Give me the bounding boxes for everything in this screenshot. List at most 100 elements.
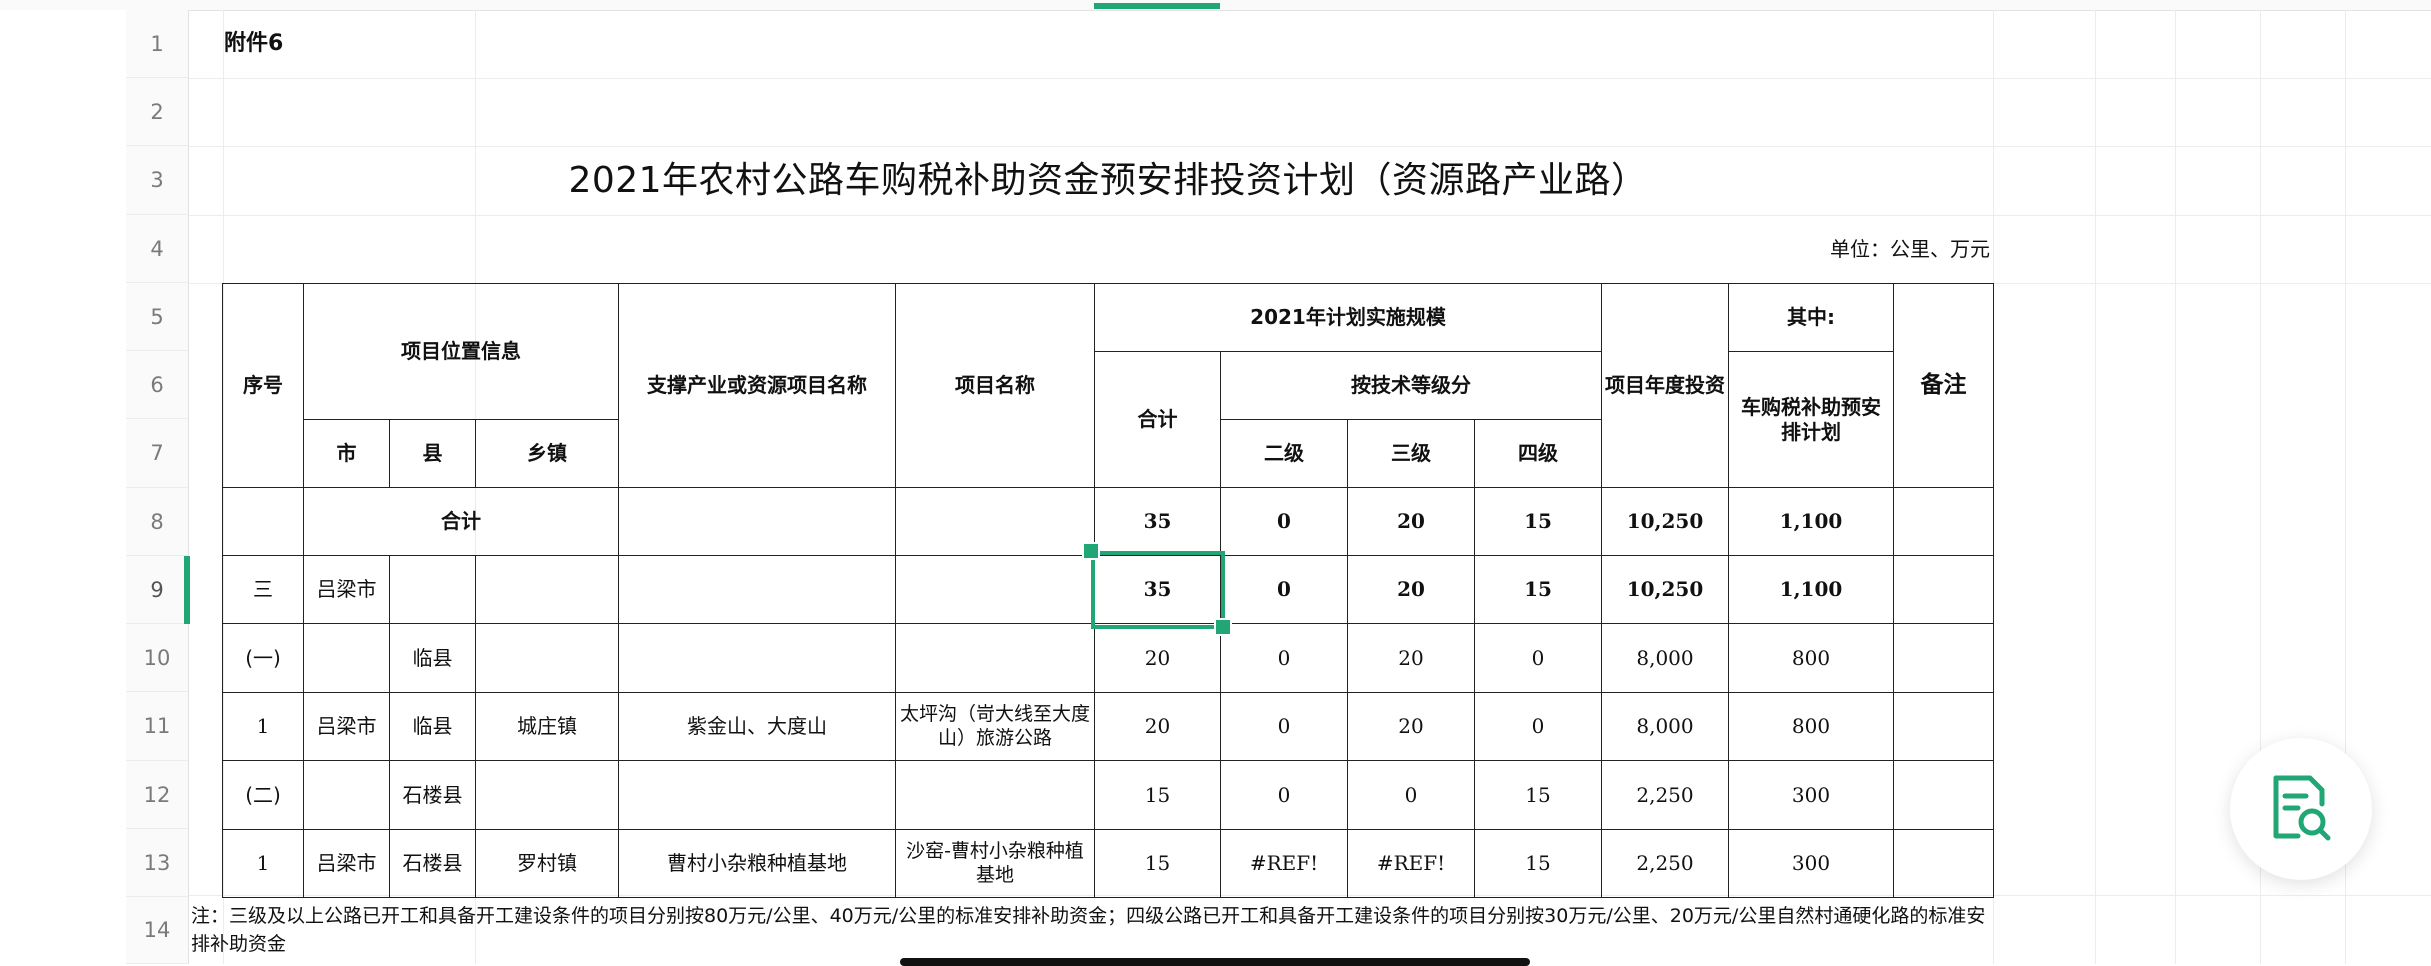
row-header[interactable]: 6	[126, 351, 189, 419]
row-header[interactable]: 1	[126, 10, 189, 78]
header-industry[interactable]: 支撑产业或资源项目名称	[618, 283, 896, 488]
row10-total[interactable]: 20	[1094, 623, 1221, 693]
footnote[interactable]: 注：三级及以上公路已开工和具备开工建设条件的项目分别按80万元/公里、40万元/…	[191, 902, 1991, 958]
row13-grade4[interactable]: 15	[1474, 829, 1602, 898]
row-header[interactable]: 13	[126, 829, 189, 897]
row13-city[interactable]: 吕梁市	[303, 829, 390, 898]
header-seq[interactable]: 序号	[222, 283, 304, 488]
row10-subsidy[interactable]: 800	[1728, 623, 1894, 693]
row9-county[interactable]	[389, 555, 476, 624]
row-header[interactable]: 3	[126, 146, 189, 215]
header-scale-2021[interactable]: 2021年计划实施规模	[1094, 283, 1602, 352]
total-label[interactable]: 合计	[303, 487, 619, 556]
row11-grade4[interactable]: 0	[1474, 692, 1602, 761]
header-town[interactable]: 乡镇	[475, 419, 619, 488]
row12-grade4[interactable]: 15	[1474, 760, 1602, 830]
row11-city[interactable]: 吕梁市	[303, 692, 390, 761]
row12-grade2[interactable]: 0	[1220, 760, 1348, 830]
row11-subsidy[interactable]: 800	[1728, 692, 1894, 761]
row9-grade2[interactable]: 0	[1220, 555, 1348, 624]
header-total[interactable]: 合计	[1094, 351, 1221, 488]
row12-total[interactable]: 15	[1094, 760, 1221, 830]
row-header[interactable]: 14	[126, 897, 189, 964]
row11-total[interactable]: 20	[1094, 692, 1221, 761]
selection-handle-bottom-right[interactable]	[1214, 618, 1232, 636]
row12-grade3[interactable]: 0	[1347, 760, 1475, 830]
total-invest[interactable]: 10,250	[1601, 487, 1729, 556]
row11-grade2[interactable]: 0	[1220, 692, 1348, 761]
row-header[interactable]: 4	[126, 215, 189, 283]
row10-city[interactable]	[303, 623, 390, 693]
row11-invest[interactable]: 8,000	[1601, 692, 1729, 761]
row10-grade3[interactable]: 20	[1347, 623, 1475, 693]
cell-selection-box[interactable]	[1091, 551, 1225, 629]
row11-town[interactable]: 城庄镇	[475, 692, 619, 761]
total-seq-cell[interactable]	[222, 487, 304, 556]
sheet-title[interactable]: 2021年农村公路车购税补助资金预安排投资计划（资源路产业路）	[222, 146, 1994, 215]
row11-seq[interactable]: 1	[222, 692, 304, 761]
row-header[interactable]: 7	[126, 419, 189, 488]
row12-industry[interactable]	[618, 760, 896, 830]
row9-grade4[interactable]: 15	[1474, 555, 1602, 624]
row12-town[interactable]	[475, 760, 619, 830]
row11-remarks[interactable]	[1893, 692, 1994, 761]
row9-remarks[interactable]	[1893, 555, 1994, 624]
row9-seq[interactable]: 三	[222, 555, 304, 624]
row12-subsidy[interactable]: 300	[1728, 760, 1894, 830]
row-header[interactable]: 8	[126, 488, 189, 556]
document-search-button[interactable]	[2230, 738, 2372, 880]
header-grade3[interactable]: 三级	[1347, 419, 1475, 488]
total-subsidy[interactable]: 1,100	[1728, 487, 1894, 556]
row10-remarks[interactable]	[1893, 623, 1994, 693]
row12-city[interactable]	[303, 760, 390, 830]
row13-subsidy[interactable]: 300	[1728, 829, 1894, 898]
row10-invest[interactable]: 8,000	[1601, 623, 1729, 693]
row10-town[interactable]	[475, 623, 619, 693]
row9-invest[interactable]: 10,250	[1601, 555, 1729, 624]
row9-project[interactable]	[895, 555, 1095, 624]
header-county[interactable]: 县	[389, 419, 476, 488]
row11-grade3[interactable]: 20	[1347, 692, 1475, 761]
row10-seq[interactable]: (一)	[222, 623, 304, 693]
row13-town[interactable]: 罗村镇	[475, 829, 619, 898]
total-industry-cell[interactable]	[618, 487, 896, 556]
row-header[interactable]: 11	[126, 692, 189, 761]
unit-label[interactable]: 单位：公里、万元	[222, 215, 1994, 283]
row13-total[interactable]: 15	[1094, 829, 1221, 898]
header-grade2[interactable]: 二级	[1220, 419, 1348, 488]
total-project-cell[interactable]	[895, 487, 1095, 556]
header-by-grade[interactable]: 按技术等级分	[1220, 351, 1602, 420]
header-city[interactable]: 市	[303, 419, 390, 488]
row11-county[interactable]: 临县	[389, 692, 476, 761]
row9-subsidy[interactable]: 1,100	[1728, 555, 1894, 624]
row13-remarks[interactable]	[1893, 829, 1994, 898]
row11-industry[interactable]: 紫金山、大度山	[618, 692, 896, 761]
total-grade3[interactable]: 20	[1347, 487, 1475, 556]
header-of-which[interactable]: 其中:	[1728, 283, 1894, 352]
total-total[interactable]: 35	[1094, 487, 1221, 556]
row12-project[interactable]	[895, 760, 1095, 830]
header-tax-subsidy[interactable]: 车购税补助预安排计划	[1728, 351, 1894, 488]
header-annual-invest[interactable]: 项目年度投资	[1601, 283, 1729, 488]
row-header[interactable]: 12	[126, 761, 189, 829]
row10-county[interactable]: 临县	[389, 623, 476, 693]
row12-seq[interactable]: (二)	[222, 760, 304, 830]
row12-invest[interactable]: 2,250	[1601, 760, 1729, 830]
row-header[interactable]: 10	[126, 624, 189, 692]
header-grade4[interactable]: 四级	[1474, 419, 1602, 488]
row9-town[interactable]	[475, 555, 619, 624]
row13-grade2[interactable]: #REF!	[1220, 829, 1348, 898]
row9-grade3[interactable]: 20	[1347, 555, 1475, 624]
row12-county[interactable]: 石楼县	[389, 760, 476, 830]
header-remarks[interactable]: 备注	[1893, 283, 1994, 488]
row-header[interactable]: 9	[126, 556, 189, 624]
row9-industry[interactable]	[618, 555, 896, 624]
row10-project[interactable]	[895, 623, 1095, 693]
header-location[interactable]: 项目位置信息	[303, 283, 619, 420]
total-remarks-cell[interactable]	[1893, 487, 1994, 556]
row13-county[interactable]: 石楼县	[389, 829, 476, 898]
row10-industry[interactable]	[618, 623, 896, 693]
attachment-label[interactable]: 附件6	[222, 10, 476, 78]
row13-project[interactable]: 沙窑-曹村小杂粮种植基地	[895, 829, 1095, 898]
row10-grade4[interactable]: 0	[1474, 623, 1602, 693]
